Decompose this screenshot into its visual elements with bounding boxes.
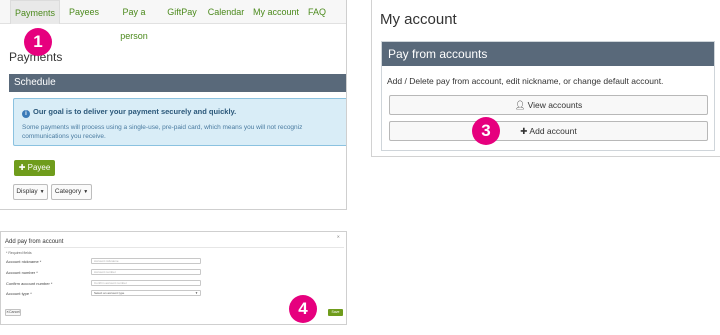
nav-item-faq[interactable]: FAQ [303,0,331,24]
nav-item-pay-a-person[interactable]: Pay a person [108,0,160,41]
info-line-1: Some payments will process using a singl… [22,124,303,131]
step-badge-1: 1 [24,28,52,56]
caret-down-icon: ▼ [195,291,198,295]
info-line-2: communications you receive. [22,133,106,140]
divider [4,247,344,248]
add-account-form-panel: ✕ Add pay from account * Required fields… [0,231,347,325]
schedule-header: Schedule [9,74,346,92]
account-type-select[interactable]: Select an account type ▼ [91,290,201,296]
view-accounts-button[interactable]: 👤︎ View accounts [389,95,708,115]
form-title: Add pay from account [5,239,64,245]
card-description: Add / Delete pay from account, edit nick… [387,76,664,86]
nav-item-payees[interactable]: Payees [62,0,106,24]
plus-icon: ✚ [18,163,26,172]
confirm-account-number-label: Confirm account number * [6,281,53,286]
add-account-button[interactable]: ✚ Add account [389,121,708,141]
info-icon: i [22,110,30,118]
add-payee-button[interactable]: ✚ Payee [14,160,55,176]
payments-panel: Payments Payees Pay a person GiftPay Cal… [0,0,347,210]
nav-item-my-account[interactable]: My account [251,0,301,24]
nav-item-payments[interactable]: Payments [10,0,60,24]
caret-down-icon: ▼ [39,189,45,195]
account-nickname-input[interactable]: Account nickname [91,258,201,264]
top-navigation: Payments Payees Pay a person GiftPay Cal… [0,0,346,41]
info-alert: i Our goal is to deliver your payment sec… [13,98,346,146]
plus-icon: ✚ [520,126,528,136]
category-dropdown[interactable]: Category ▼ [51,184,92,200]
step-badge-3: 3 [472,117,500,145]
confirm-account-number-input[interactable]: Confirm account number [91,280,201,286]
display-dropdown[interactable]: Display ▼ [13,184,48,200]
close-icon[interactable]: ✕ [337,234,340,239]
account-number-label: Account number * [6,270,38,275]
pay-from-accounts-card: Pay from accounts Add / Delete pay from … [381,41,715,151]
step-badge-4: 4 [289,295,317,323]
info-title: Our goal is to deliver your payment secu… [33,107,237,116]
my-account-panel: My account Pay from accounts Add / Delet… [371,0,720,157]
cancel-button[interactable]: ✕Cancel [5,309,21,316]
nav-item-calendar[interactable]: Calendar [204,0,248,24]
save-button[interactable]: Save [328,309,343,316]
nav-item-giftpay[interactable]: GiftPay [163,0,201,24]
user-icon: 👤︎ [514,100,526,110]
required-note: * Required fields [6,251,32,255]
account-type-label: Account type * [6,291,32,296]
card-header: Pay from accounts [382,42,714,66]
account-nickname-label: Account nickname * [6,259,42,264]
account-number-input[interactable]: Account number [91,269,201,275]
page-title: My account [380,11,457,28]
caret-down-icon: ▼ [83,189,89,195]
